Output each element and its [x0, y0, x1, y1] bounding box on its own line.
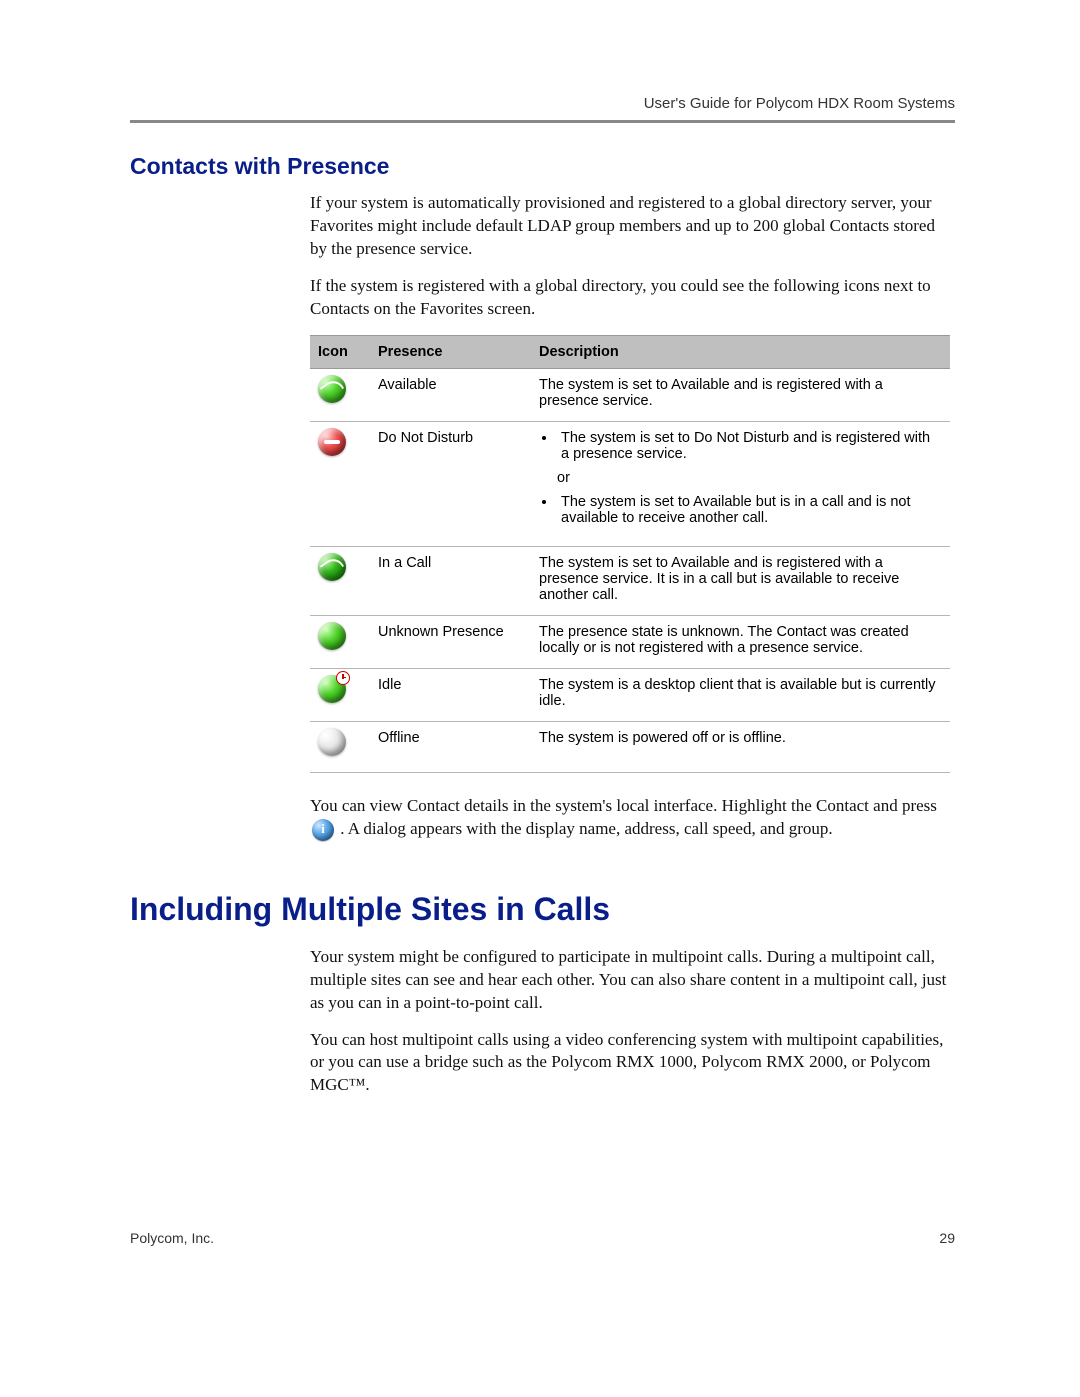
offline-icon — [318, 728, 346, 756]
presence-table: Icon Presence Description Available The … — [310, 335, 950, 773]
cell-description: The system is a desktop client that is a… — [531, 668, 950, 721]
footer-company: Polycom, Inc. — [130, 1230, 214, 1246]
para-intro-1: If your system is automatically provisio… — [310, 192, 955, 261]
dnd-or: or — [557, 470, 942, 486]
cell-description: The system is set to Do Not Disturb and … — [531, 421, 950, 546]
table-row: Unknown Presence The presence state is u… — [310, 615, 950, 668]
page-footer: Polycom, Inc. 29 — [130, 1230, 955, 1246]
cell-description: The presence state is unknown. The Conta… — [531, 615, 950, 668]
dnd-desc-item-1: The system is set to Do Not Disturb and … — [557, 430, 942, 462]
dnd-icon — [318, 428, 346, 456]
th-description: Description — [531, 335, 950, 368]
table-row: In a Call The system is set to Available… — [310, 546, 950, 615]
table-row: Available The system is set to Available… — [310, 368, 950, 421]
table-row: Offline The system is powered off or is … — [310, 721, 950, 772]
cell-presence: Unknown Presence — [370, 615, 531, 668]
heading-multipoint: Including Multiple Sites in Calls — [130, 891, 955, 928]
th-icon: Icon — [310, 335, 370, 368]
table-row: Do Not Disturb The system is set to Do N… — [310, 421, 950, 546]
heading-contacts-presence: Contacts with Presence — [130, 153, 955, 180]
dnd-desc-item-2: The system is set to Available but is in… — [557, 494, 942, 526]
header-divider — [130, 120, 955, 123]
idle-icon — [318, 675, 346, 703]
para-multi-1: Your system might be configured to parti… — [310, 946, 955, 1015]
header-doc-title: User's Guide for Polycom HDX Room System… — [130, 95, 955, 112]
cell-presence: Available — [370, 368, 531, 421]
cell-description: The system is set to Available and is re… — [531, 368, 950, 421]
cell-presence: Do Not Disturb — [370, 421, 531, 546]
cell-presence: Idle — [370, 668, 531, 721]
available-icon — [318, 375, 346, 403]
para-contact-pre: You can view Contact details in the syst… — [310, 796, 937, 815]
para-intro-2: If the system is registered with a globa… — [310, 275, 955, 321]
cell-presence: In a Call — [370, 546, 531, 615]
cell-description: The system is powered off or is offline. — [531, 721, 950, 772]
table-row: Idle The system is a desktop client that… — [310, 668, 950, 721]
para-contact-post: . A dialog appears with the display name… — [340, 819, 832, 838]
cell-description: The system is set to Available and is re… — [531, 546, 950, 615]
para-multi-2: You can host multipoint calls using a vi… — [310, 1029, 955, 1098]
in-call-icon — [318, 553, 346, 581]
para-contact-details: You can view Contact details in the syst… — [310, 795, 955, 841]
cell-presence: Offline — [370, 721, 531, 772]
th-presence: Presence — [370, 335, 531, 368]
info-icon — [312, 819, 334, 841]
unknown-icon — [318, 622, 346, 650]
footer-page-number: 29 — [939, 1230, 955, 1246]
